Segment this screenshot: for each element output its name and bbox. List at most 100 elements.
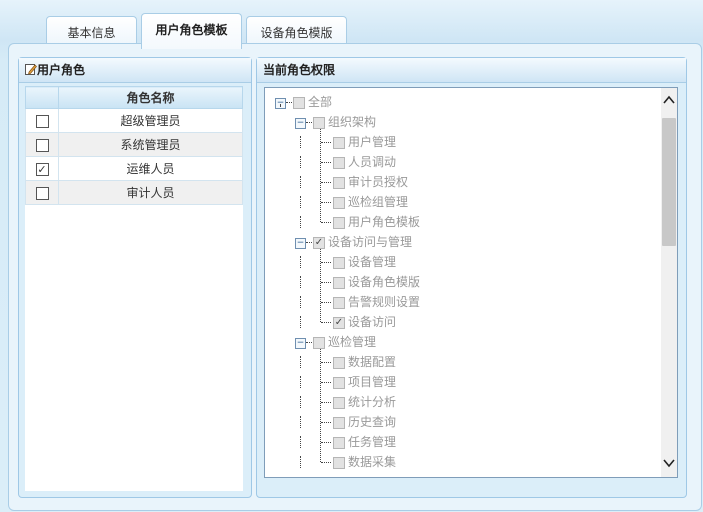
tree-connector bbox=[280, 104, 281, 106]
tree-node-item[interactable]: 人员调动 bbox=[333, 153, 396, 171]
tree-checkbox[interactable] bbox=[293, 96, 305, 109]
tree-checkbox[interactable] bbox=[333, 276, 345, 289]
tree-checkbox[interactable] bbox=[333, 296, 345, 309]
tree-node-label: 设备访问 bbox=[348, 315, 397, 329]
role-checkbox[interactable] bbox=[35, 114, 49, 128]
tree-scrollbar[interactable] bbox=[661, 88, 677, 477]
tree-connector bbox=[321, 362, 331, 363]
role-row[interactable]: ✓ 运维人员 bbox=[25, 156, 243, 181]
tree-checkbox[interactable] bbox=[333, 196, 345, 209]
user-role-panel-header: 用户角色 bbox=[19, 58, 251, 83]
tab-device-role-template[interactable]: 设备角色模版 bbox=[246, 16, 347, 45]
tree-connector bbox=[321, 282, 331, 283]
tree-checkbox[interactable] bbox=[333, 176, 345, 189]
tree-node-label: 审计员授权 bbox=[348, 175, 409, 189]
tree-connector bbox=[321, 442, 331, 443]
collapse-toggle-icon[interactable]: − bbox=[295, 238, 306, 249]
role-name: 系统管理员 bbox=[58, 132, 243, 157]
tree-node-item[interactable]: 历史查询 bbox=[333, 413, 396, 431]
user-role-table: 角色名称 超级管理员 系统管理员 ✓ 运维人员 审计人员 bbox=[25, 86, 243, 205]
collapse-toggle-icon[interactable]: − bbox=[295, 118, 306, 129]
tree-node-item[interactable]: 数据采集 bbox=[333, 453, 396, 471]
tree-node-item[interactable]: 设备角色模版 bbox=[333, 273, 420, 291]
role-row[interactable]: 审计人员 bbox=[25, 180, 243, 205]
tab-user-role-template[interactable]: 用户角色模板 bbox=[141, 13, 242, 49]
tree-node-label: 数据配置 bbox=[348, 355, 397, 369]
tree-node-item[interactable]: 统计分析 bbox=[333, 393, 396, 411]
tree-connector bbox=[306, 122, 312, 123]
tab-basic-info[interactable]: 基本信息 bbox=[46, 16, 137, 45]
tree-checkbox[interactable] bbox=[333, 456, 345, 469]
collapse-toggle-icon[interactable]: − bbox=[295, 338, 306, 349]
tree-node-item[interactable]: 巡检组管理 bbox=[333, 193, 408, 211]
tree-connector bbox=[300, 356, 301, 368]
tree-node-item[interactable]: 用户角色模板 bbox=[333, 213, 420, 231]
tree-connector bbox=[300, 396, 301, 408]
tree-checkbox[interactable] bbox=[333, 356, 345, 369]
tree-node-group[interactable]: 组织架构 bbox=[313, 113, 376, 131]
tree-node-label: 告警规则设置 bbox=[348, 295, 421, 309]
tree-checkbox[interactable] bbox=[333, 416, 345, 429]
tree-checkbox[interactable] bbox=[333, 256, 345, 269]
role-checkbox-cell: ✓ bbox=[25, 156, 59, 181]
tree-checkbox[interactable] bbox=[333, 376, 345, 389]
role-checkbox-cell bbox=[25, 180, 59, 205]
role-name: 运维人员 bbox=[58, 156, 243, 181]
tree-connector bbox=[300, 216, 301, 228]
role-checkbox[interactable]: ✓ bbox=[35, 162, 49, 176]
role-checkbox[interactable] bbox=[35, 138, 49, 152]
tree-node-label: 设备管理 bbox=[348, 255, 397, 269]
tree-connector bbox=[321, 322, 331, 323]
tree-connector bbox=[300, 176, 301, 188]
role-permission-panel-header: 当前角色权限 bbox=[257, 58, 686, 83]
user-role-table-body: 角色名称 超级管理员 系统管理员 ✓ 运维人员 审计人员 bbox=[25, 86, 243, 491]
tree-connector bbox=[306, 242, 312, 243]
tree-node-item[interactable]: 数据配置 bbox=[333, 353, 396, 371]
user-role-panel-title: 用户角色 bbox=[37, 63, 86, 77]
scrollbar-thumb[interactable] bbox=[662, 118, 676, 246]
tree-node-root[interactable]: 全部 bbox=[293, 93, 332, 111]
tree-node-group[interactable]: 巡检管理 bbox=[313, 333, 376, 351]
tree-checkbox[interactable]: ✓ bbox=[313, 236, 325, 249]
tree-connector bbox=[300, 316, 301, 328]
tree-connector bbox=[300, 256, 301, 268]
role-row[interactable]: 超级管理员 bbox=[25, 108, 243, 133]
scroll-up-icon[interactable] bbox=[661, 92, 677, 110]
tree-node-label: 人员调动 bbox=[348, 155, 397, 169]
user-role-panel: 用户角色 角色名称 超级管理员 系统管理员 ✓ 运维人员 审计人员 bbox=[18, 57, 252, 498]
scroll-down-icon[interactable] bbox=[661, 455, 677, 473]
tree-checkbox[interactable] bbox=[333, 136, 345, 149]
tree-connector bbox=[321, 382, 331, 383]
tree-node-label: 全部 bbox=[308, 95, 333, 109]
tree-connector bbox=[321, 142, 331, 143]
tree-node-label: 设备角色模版 bbox=[348, 275, 421, 289]
role-row[interactable]: 系统管理员 bbox=[25, 132, 243, 157]
tree-connector bbox=[286, 102, 292, 103]
tree-checkbox[interactable] bbox=[333, 156, 345, 169]
tree-node-label: 数据采集 bbox=[348, 455, 397, 469]
tree-node-item[interactable]: 告警规则设置 bbox=[333, 293, 420, 311]
tree-checkbox[interactable] bbox=[333, 436, 345, 449]
tree-connector bbox=[321, 302, 331, 303]
tree-node-label: 巡检管理 bbox=[328, 335, 377, 349]
tree-connector bbox=[321, 202, 331, 203]
role-permission-panel: 当前角色权限 − 全部 − 组织架构 用户管理 人员调动 审计员授权 巡检组管理 用户角色模板 −… bbox=[256, 57, 687, 498]
tree-node-item[interactable]: 用户管理 bbox=[333, 133, 396, 151]
tree-node-item[interactable]: 设备管理 bbox=[333, 253, 396, 271]
tree-checkbox[interactable] bbox=[313, 336, 325, 349]
tree-node-item[interactable]: 审计员授权 bbox=[333, 173, 408, 191]
tree-node-item[interactable]: 任务管理 bbox=[333, 433, 396, 451]
tree-connector bbox=[306, 342, 312, 343]
tree-checkbox[interactable] bbox=[333, 216, 345, 229]
tree-checkbox[interactable] bbox=[333, 396, 345, 409]
role-checkbox[interactable] bbox=[35, 186, 49, 200]
tree-node-label: 组织架构 bbox=[328, 115, 377, 129]
tree-checkbox[interactable]: ✓ bbox=[333, 316, 345, 329]
tree-node-item[interactable]: ✓ 设备访问 bbox=[333, 313, 396, 331]
tree-node-label: 统计分析 bbox=[348, 395, 397, 409]
tree-checkbox[interactable] bbox=[313, 116, 325, 129]
permission-tree-container: − 全部 − 组织架构 用户管理 人员调动 审计员授权 巡检组管理 用户角色模板 − ✓ 设备访问与管… bbox=[264, 87, 678, 478]
tree-connector bbox=[300, 436, 301, 448]
tree-node-group[interactable]: ✓ 设备访问与管理 bbox=[313, 233, 412, 251]
tree-node-item[interactable]: 项目管理 bbox=[333, 373, 396, 391]
